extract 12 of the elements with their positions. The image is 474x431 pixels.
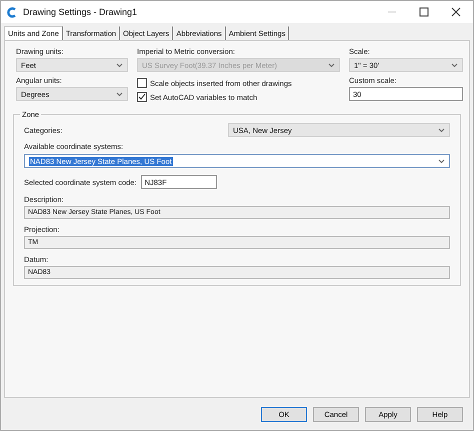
chevron-down-icon (116, 62, 123, 68)
app-logo-icon (7, 6, 17, 18)
chevron-down-icon (328, 62, 335, 68)
checkbox[interactable] (137, 78, 147, 88)
chevron-down-icon (438, 128, 445, 132)
chevron-down-icon (451, 62, 458, 68)
window-title: Drawing Settings - Drawing1 (23, 7, 138, 17)
checkbox[interactable] (137, 92, 147, 102)
chevron-down-icon (438, 158, 445, 164)
maximize-icon[interactable] (419, 7, 429, 17)
chevron-down-icon (116, 92, 123, 96)
close-icon[interactable] (451, 7, 461, 17)
